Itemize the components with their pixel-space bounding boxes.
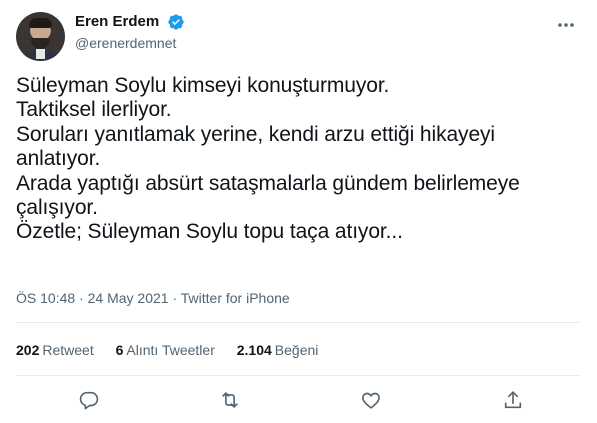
retweets-stat[interactable]: 202 Retweet	[16, 342, 94, 358]
tweet-line: Arada yaptığı absürt sataşmalarla gündem…	[16, 171, 520, 195]
like-icon[interactable]	[357, 386, 385, 414]
author-names: Eren Erdem @erenerdemnet	[75, 12, 185, 53]
divider	[16, 322, 581, 323]
author-handle[interactable]: @erenerdemnet	[75, 33, 185, 53]
meta-separator: ·	[79, 290, 84, 306]
likes-label: Beğeni	[274, 342, 319, 358]
tweet-line: Özetle; Süleyman Soylu topu taça atıyor.…	[16, 220, 403, 244]
retweets-label: Retweet	[42, 342, 94, 358]
author-display-name[interactable]: Eren Erdem	[75, 12, 159, 32]
tweet-date[interactable]: 24 May 2021	[88, 290, 169, 306]
tweet-line: çalışıyor.	[16, 196, 98, 220]
retweets-count: 202	[16, 342, 40, 358]
action-bar	[16, 386, 581, 414]
likes-stat[interactable]: 2.104 Beğeni	[237, 342, 319, 358]
tweet-line: Taktiksel ilerliyor.	[16, 98, 172, 122]
quotes-label: Alıntı Tweetler	[126, 342, 215, 358]
tweet-line: Soruları yanıtlamak yerine, kendi arzu e…	[16, 122, 495, 146]
reply-icon[interactable]	[75, 386, 103, 414]
more-options-icon[interactable]	[553, 14, 579, 36]
quotes-count: 6	[115, 342, 124, 358]
avatar[interactable]	[16, 12, 65, 61]
likes-count: 2.104	[236, 342, 272, 358]
meta-separator: ·	[172, 290, 178, 306]
tweet-line: anlatıyor.	[16, 147, 101, 171]
share-icon[interactable]	[499, 386, 527, 414]
tweet-text: Süleyman Soylu kimseyi konuşturmuyor. Ta…	[16, 74, 581, 245]
tweet-header: Eren Erdem @erenerdemnet	[16, 8, 581, 61]
retweet-icon[interactable]	[216, 386, 244, 414]
tweet-source[interactable]: Twitter for iPhone	[181, 290, 290, 306]
verified-badge-icon	[167, 14, 184, 30]
quotes-stat[interactable]: 6 Alıntı Tweetler	[116, 342, 215, 358]
tweet-card: Eren Erdem @erenerdemnet Süleyman Soylu …	[0, 0, 597, 423]
tweet-stats: 202 Retweet 6 Alıntı Tweetler 2.104 Beğeni	[16, 341, 336, 359]
tweet-line: Süleyman Soylu kimseyi konuşturmuyor.	[16, 74, 390, 97]
divider	[16, 375, 581, 376]
tweet-meta: ÖS 10:48 · 24 May 2021 · Twitter for iPh…	[16, 289, 290, 307]
tweet-time[interactable]: ÖS 10:48	[16, 290, 75, 306]
